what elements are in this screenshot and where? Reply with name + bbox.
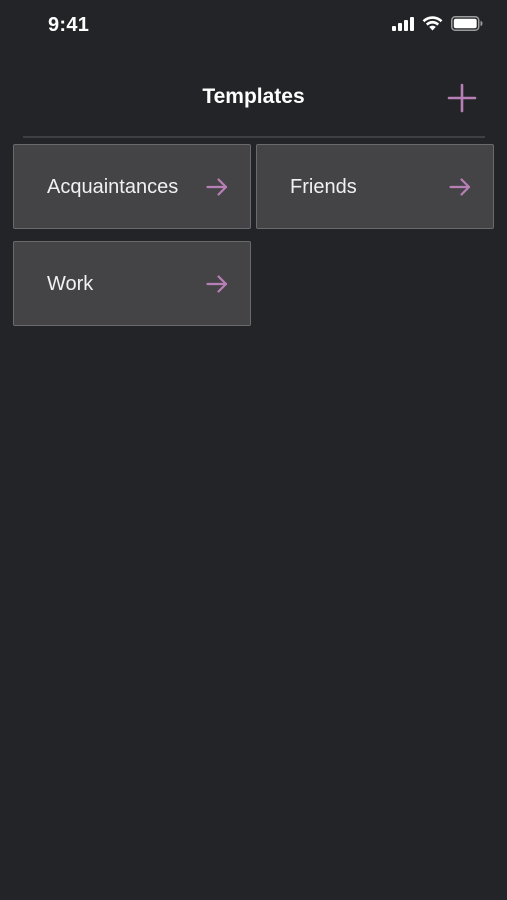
- template-grid: Acquaintances Friends Work: [13, 144, 495, 326]
- status-time: 9:41: [48, 14, 90, 36]
- template-card-work[interactable]: Work: [13, 241, 251, 326]
- wifi-icon: [422, 16, 443, 36]
- template-card-label: Acquaintances: [47, 176, 179, 198]
- status-icons: [392, 16, 483, 36]
- status-bar: 9:41: [0, 0, 507, 52]
- page-title: Templates: [202, 85, 305, 108]
- arrow-right-icon: [206, 177, 228, 197]
- cellular-signal-icon: [392, 16, 414, 36]
- plus-icon: [447, 83, 477, 117]
- template-card-acquaintances[interactable]: Acquaintances: [13, 144, 251, 229]
- templates-screen: 9:41 Templates Acquaintances Friends Wor…: [0, 0, 507, 900]
- template-card-friends[interactable]: Friends: [256, 144, 494, 229]
- header-divider: [23, 136, 485, 138]
- add-template-button[interactable]: [447, 83, 477, 113]
- arrow-right-icon: [206, 274, 228, 294]
- template-card-label: Friends: [290, 176, 357, 198]
- template-card-label: Work: [47, 273, 94, 295]
- header: Templates: [0, 70, 507, 126]
- battery-icon: [451, 16, 483, 36]
- arrow-right-icon: [449, 177, 471, 197]
